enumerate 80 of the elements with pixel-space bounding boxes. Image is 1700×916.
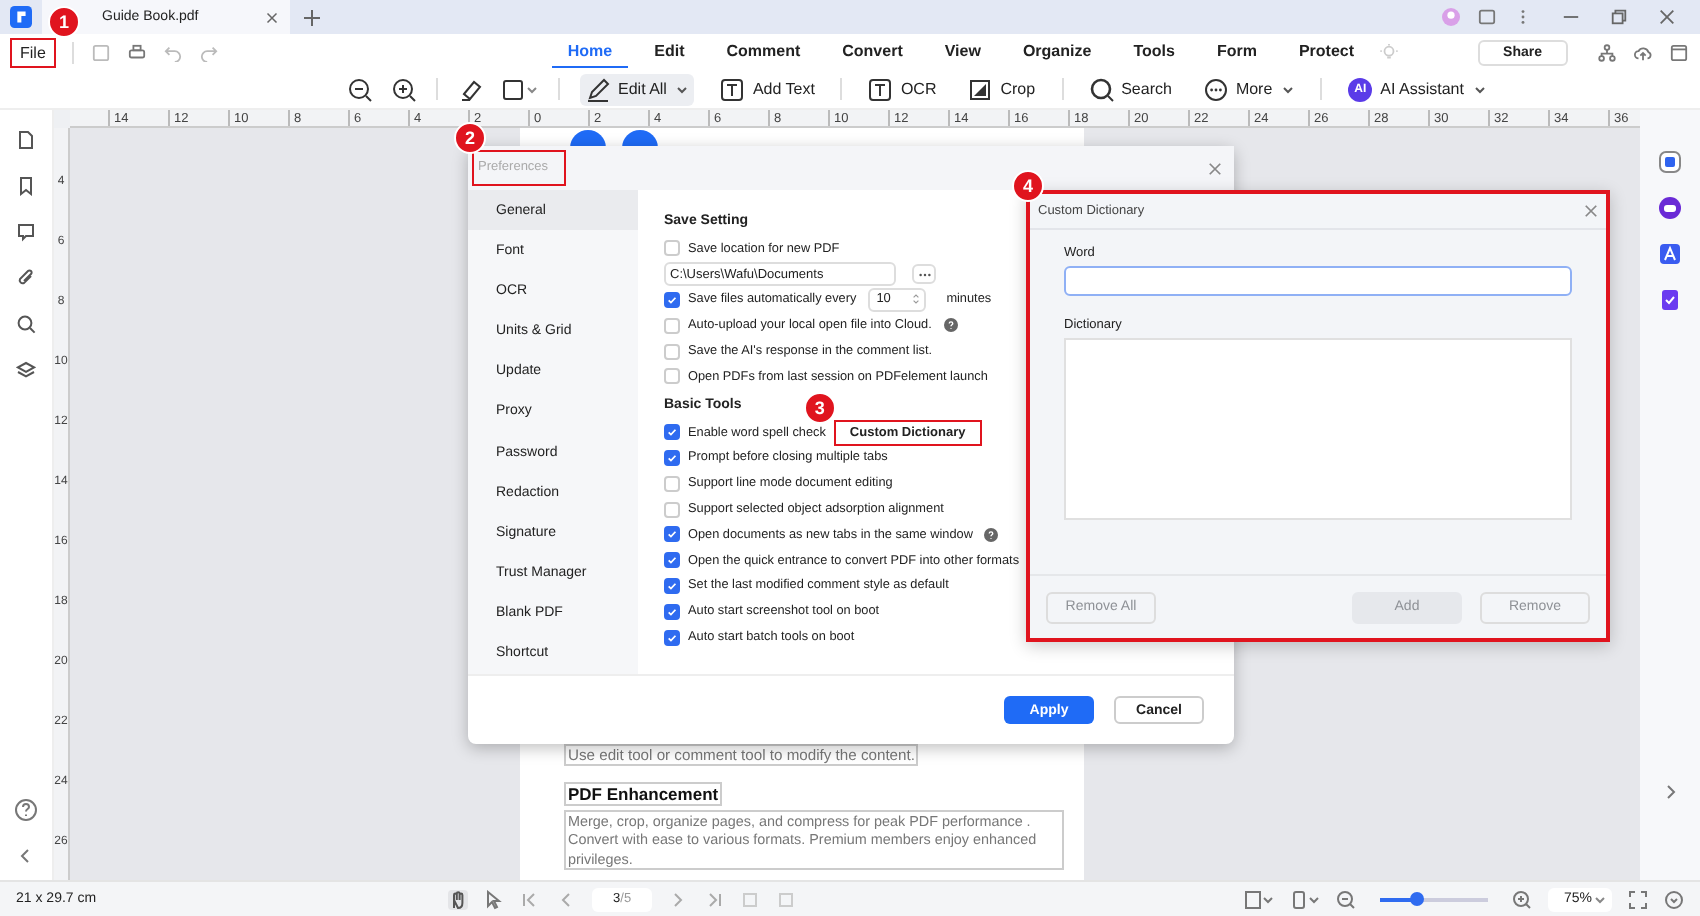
crop-icon (968, 77, 993, 101)
more-button[interactable]: More (1197, 73, 1301, 105)
checkbox[interactable] (664, 475, 680, 492)
checkbox[interactable] (664, 449, 680, 466)
rectangle-shape-icon[interactable] (502, 77, 538, 101)
help-icon[interactable] (943, 318, 958, 333)
ellipsis-icon (1203, 77, 1228, 101)
ribbon-tab[interactable]: Edit (638, 36, 701, 68)
zoom-in-icon[interactable] (392, 77, 416, 101)
checkbox[interactable] (664, 291, 680, 308)
network-icon[interactable] (1598, 43, 1616, 61)
restore-icon[interactable] (1610, 8, 1628, 26)
checkbox[interactable] (664, 629, 680, 646)
checkbox[interactable] (664, 368, 680, 385)
comment-icon[interactable] (16, 222, 36, 242)
app-logo-icon (10, 6, 32, 28)
checkbox[interactable] (664, 577, 680, 594)
callout-badge: 3 (803, 391, 836, 424)
checkbox[interactable] (664, 526, 680, 543)
stepper-arrows-icon[interactable] (912, 292, 921, 307)
checkbox[interactable] (664, 317, 680, 334)
edit-all-button[interactable]: Edit All (580, 73, 695, 105)
ribbon-tab[interactable]: Tools (1117, 36, 1191, 68)
more-options-icon[interactable] (1664, 889, 1684, 909)
caret-icon (1282, 85, 1295, 93)
text-box-icon (720, 77, 745, 101)
text-box-icon (868, 77, 893, 101)
caret-icon (1594, 895, 1607, 903)
highlighter-icon[interactable] (458, 77, 482, 101)
chevron-right-icon[interactable] (1662, 784, 1678, 800)
file-menu[interactable]: File (12, 39, 54, 65)
ribbon-tab[interactable]: Home (551, 36, 629, 68)
new-tab-icon[interactable] (304, 9, 320, 25)
message-icon[interactable] (1478, 8, 1496, 26)
collapse-icon[interactable] (18, 848, 34, 864)
ribbon-tab[interactable]: Organize (1006, 36, 1108, 68)
close-icon[interactable] (1208, 161, 1222, 175)
checkbox[interactable] (664, 240, 680, 257)
word-input-field[interactable] (1064, 266, 1572, 296)
help-icon[interactable] (14, 798, 38, 822)
crop-button[interactable]: Crop (962, 73, 1042, 105)
panel-icon[interactable] (1670, 43, 1688, 61)
print-icon[interactable] (127, 43, 146, 61)
checkbox[interactable] (664, 501, 680, 518)
select-cursor-icon[interactable] (484, 889, 505, 909)
search-icon (1089, 77, 1114, 101)
search-icon[interactable] (16, 314, 36, 334)
add-text-button[interactable]: Add Text (714, 73, 821, 105)
ribbon-tab[interactable]: Protect (1282, 36, 1370, 68)
cloud-upload-icon[interactable] (1634, 43, 1652, 61)
ribbon-tab[interactable]: Convert (826, 36, 919, 68)
ocr-button[interactable]: OCR (862, 73, 943, 105)
search-button[interactable]: Search (1083, 73, 1178, 105)
ribbon-tab[interactable]: Comment (710, 36, 817, 68)
pencil-icon (586, 77, 610, 101)
page-icon[interactable] (16, 130, 36, 150)
page-layout-icon[interactable] (1290, 889, 1320, 909)
checklist-icon[interactable] (1658, 288, 1682, 312)
fullscreen-icon[interactable] (1628, 889, 1648, 909)
ribbon-tab[interactable]: Form (1200, 36, 1273, 68)
heading-text: PDF Enhancement (564, 781, 723, 805)
zoom-out-icon[interactable] (348, 77, 372, 101)
close-icon[interactable] (1658, 8, 1676, 26)
browse-button[interactable] (912, 264, 936, 285)
layers-icon[interactable] (16, 360, 36, 380)
translate-icon[interactable] (1658, 242, 1682, 266)
caret-icon (676, 85, 689, 93)
caret-icon (1473, 85, 1486, 93)
checkbox[interactable] (664, 552, 680, 569)
close-icon[interactable] (266, 11, 278, 23)
ribbon-tab[interactable]: View (928, 36, 997, 68)
fit-page-icon[interactable] (1244, 889, 1274, 909)
help-icon[interactable] (984, 527, 999, 542)
bookmark-icon[interactable] (16, 176, 36, 196)
checkbox[interactable] (664, 343, 680, 360)
checkbox[interactable] (664, 424, 680, 441)
hand-icon[interactable] (448, 889, 469, 909)
checkbox[interactable] (664, 603, 680, 620)
paperclip-icon[interactable] (16, 268, 36, 288)
close-icon[interactable] (1584, 204, 1598, 218)
